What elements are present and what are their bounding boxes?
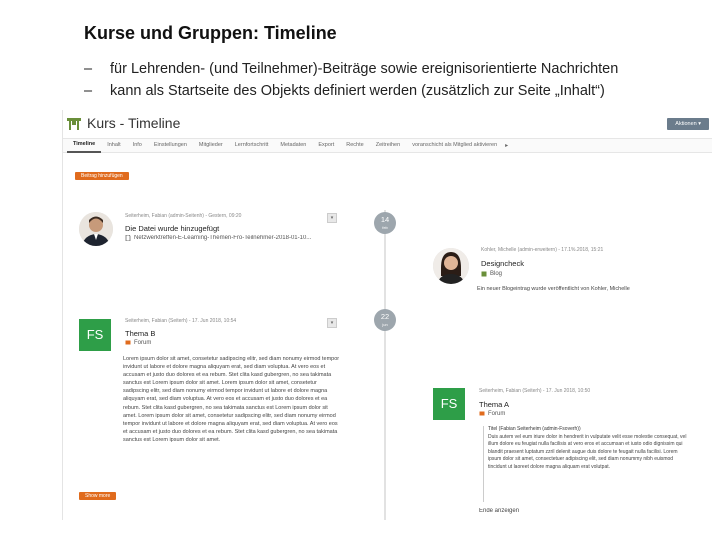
entry-subtitle[interactable]: Netzwerktreffen-E-Learning-Themen-Fro-Te…	[125, 235, 340, 241]
date-day: 22	[380, 312, 390, 321]
tab-bar: Timeline Inhalt Info Einstellungen Mitgl…	[63, 138, 712, 153]
tab-metadata[interactable]: Metadaten	[274, 139, 312, 152]
actions-button[interactable]: Aktionen ▾	[667, 118, 709, 130]
entry-meta: Seiterheim, Fabian (admin-Seitenh) - Ges…	[125, 213, 242, 219]
course-icon	[67, 118, 81, 130]
forum-post-box: Titel (Fabian Seiterheim (admin-Fsoverh)…	[483, 426, 688, 502]
bullet-list: – für Lehrenden- (und Teilnehmer)-Beiträ…	[84, 58, 704, 102]
timeline-entry-blog: Kohler, Michelle (admin-erweitern) - 17.…	[431, 244, 693, 302]
tab-info[interactable]: Info	[127, 139, 148, 152]
date-month: jun	[382, 322, 388, 327]
entry-subtitle-text[interactable]: Blog	[490, 271, 502, 277]
slide-title: Kurse und Gruppen: Timeline	[84, 23, 337, 43]
date-day: 14	[380, 215, 390, 224]
blog-icon	[481, 271, 487, 277]
page-header: Kurs - Timeline Aktionen ▾	[63, 110, 712, 138]
forum-icon	[479, 411, 485, 416]
tab-export[interactable]: Export	[312, 139, 340, 152]
entry-meta: Kohler, Michelle (admin-erweitern) - 17.…	[481, 247, 604, 253]
entry-title[interactable]: Die Datei wurde hinzugefügt	[125, 224, 219, 233]
bullet-item: – kann als Startseite des Objekts defini…	[84, 80, 704, 102]
entry-subtitle[interactable]: Blog	[481, 271, 502, 277]
entry-title[interactable]: Thema B	[125, 329, 155, 338]
post-author: Titel (Fabian Seiterheim (admin-Fsoverh)…	[488, 426, 581, 432]
file-icon	[125, 235, 131, 241]
avatar	[433, 248, 469, 284]
date-month: feb	[382, 225, 388, 230]
tab-more-icon[interactable]: ▸	[505, 142, 508, 149]
entry-title[interactable]: Thema A	[479, 400, 509, 409]
entry-options-button[interactable]: ▾	[327, 213, 337, 223]
user-photo-icon	[433, 248, 469, 284]
user-photo-icon	[79, 212, 113, 246]
add-post-button[interactable]: Beitrag hinzufügen	[75, 172, 129, 180]
tab-member-view[interactable]: voranschicht als Mitglied aktivieren	[406, 139, 503, 152]
timeline-entry-forum: FS Seiterheim, Fabian (Seiterh) - 17. Ju…	[431, 386, 693, 520]
tab-timeline[interactable]: Timeline	[67, 138, 102, 153]
forum-icon	[125, 340, 131, 345]
avatar	[79, 212, 113, 246]
bullet-dash: –	[84, 83, 93, 99]
tab-members[interactable]: Mitglieder	[193, 139, 229, 152]
tab-learning-progress[interactable]: Lernfortschritt	[229, 139, 275, 152]
entry-subtitle-text[interactable]: Forum	[134, 340, 151, 346]
entry-subtitle[interactable]: Forum	[479, 411, 505, 417]
entry-options-button[interactable]: ▾	[327, 318, 337, 328]
entry-text: Lorem ipsum dolor sit amet, consetetur s…	[123, 356, 340, 443]
entry-subtitle-text[interactable]: Forum	[488, 411, 505, 417]
entry-meta: Seiterheim, Fabian (Seiterh) - 17. Jun 2…	[479, 388, 591, 394]
show-all-link[interactable]: Ende anzeigen	[479, 508, 519, 514]
timeline-entry-file: Seiterheim, Fabian (admin-Seitenh) - Ges…	[77, 210, 347, 254]
entry-subtitle[interactable]: Forum	[125, 340, 151, 346]
tab-content[interactable]: Inhalt	[101, 139, 126, 152]
show-more-button[interactable]: Show more	[79, 492, 117, 500]
bullet-text: kann als Startseite des Objekts definier…	[110, 83, 605, 99]
entry-subtitle-text[interactable]: Netzwerktreffen-E-Learning-Themen-Fro-Te…	[134, 235, 311, 241]
tab-permissions[interactable]: Rechte	[340, 139, 369, 152]
post-text: Duis autem vel eum iriure dolor in hendr…	[488, 433, 687, 470]
entry-text: Ein neuer Blogeintrag wurde veröffentlic…	[477, 286, 630, 292]
entry-title[interactable]: Designcheck	[481, 259, 524, 268]
bullet-dash: –	[84, 61, 93, 77]
bullet-text: für Lehrenden- (und Teilnehmer)-Beiträge…	[110, 61, 619, 77]
tab-time-series[interactable]: Zeitreihen	[370, 139, 406, 152]
user-initials-badge: FS	[433, 388, 465, 420]
entry-meta: Seiterheim, Fabian (Seiterh) - 17. Jun 2…	[125, 318, 237, 324]
tab-settings[interactable]: Einstellungen	[148, 139, 193, 152]
timeline-date-badge: 22 jun	[374, 309, 396, 331]
course-timeline-screenshot: Kurs - Timeline Aktionen ▾ Timeline Inha…	[62, 110, 712, 520]
bullet-item: – für Lehrenden- (und Teilnehmer)-Beiträ…	[84, 58, 704, 80]
timeline-date-badge: 14 feb	[374, 212, 396, 234]
timeline-entry-forum: FS Seiterheim, Fabian (Seiterh) - 17. Ju…	[77, 315, 349, 513]
page-title: Kurs - Timeline	[87, 115, 181, 131]
user-initials-badge: FS	[79, 319, 111, 351]
timeline-axis	[384, 210, 386, 520]
